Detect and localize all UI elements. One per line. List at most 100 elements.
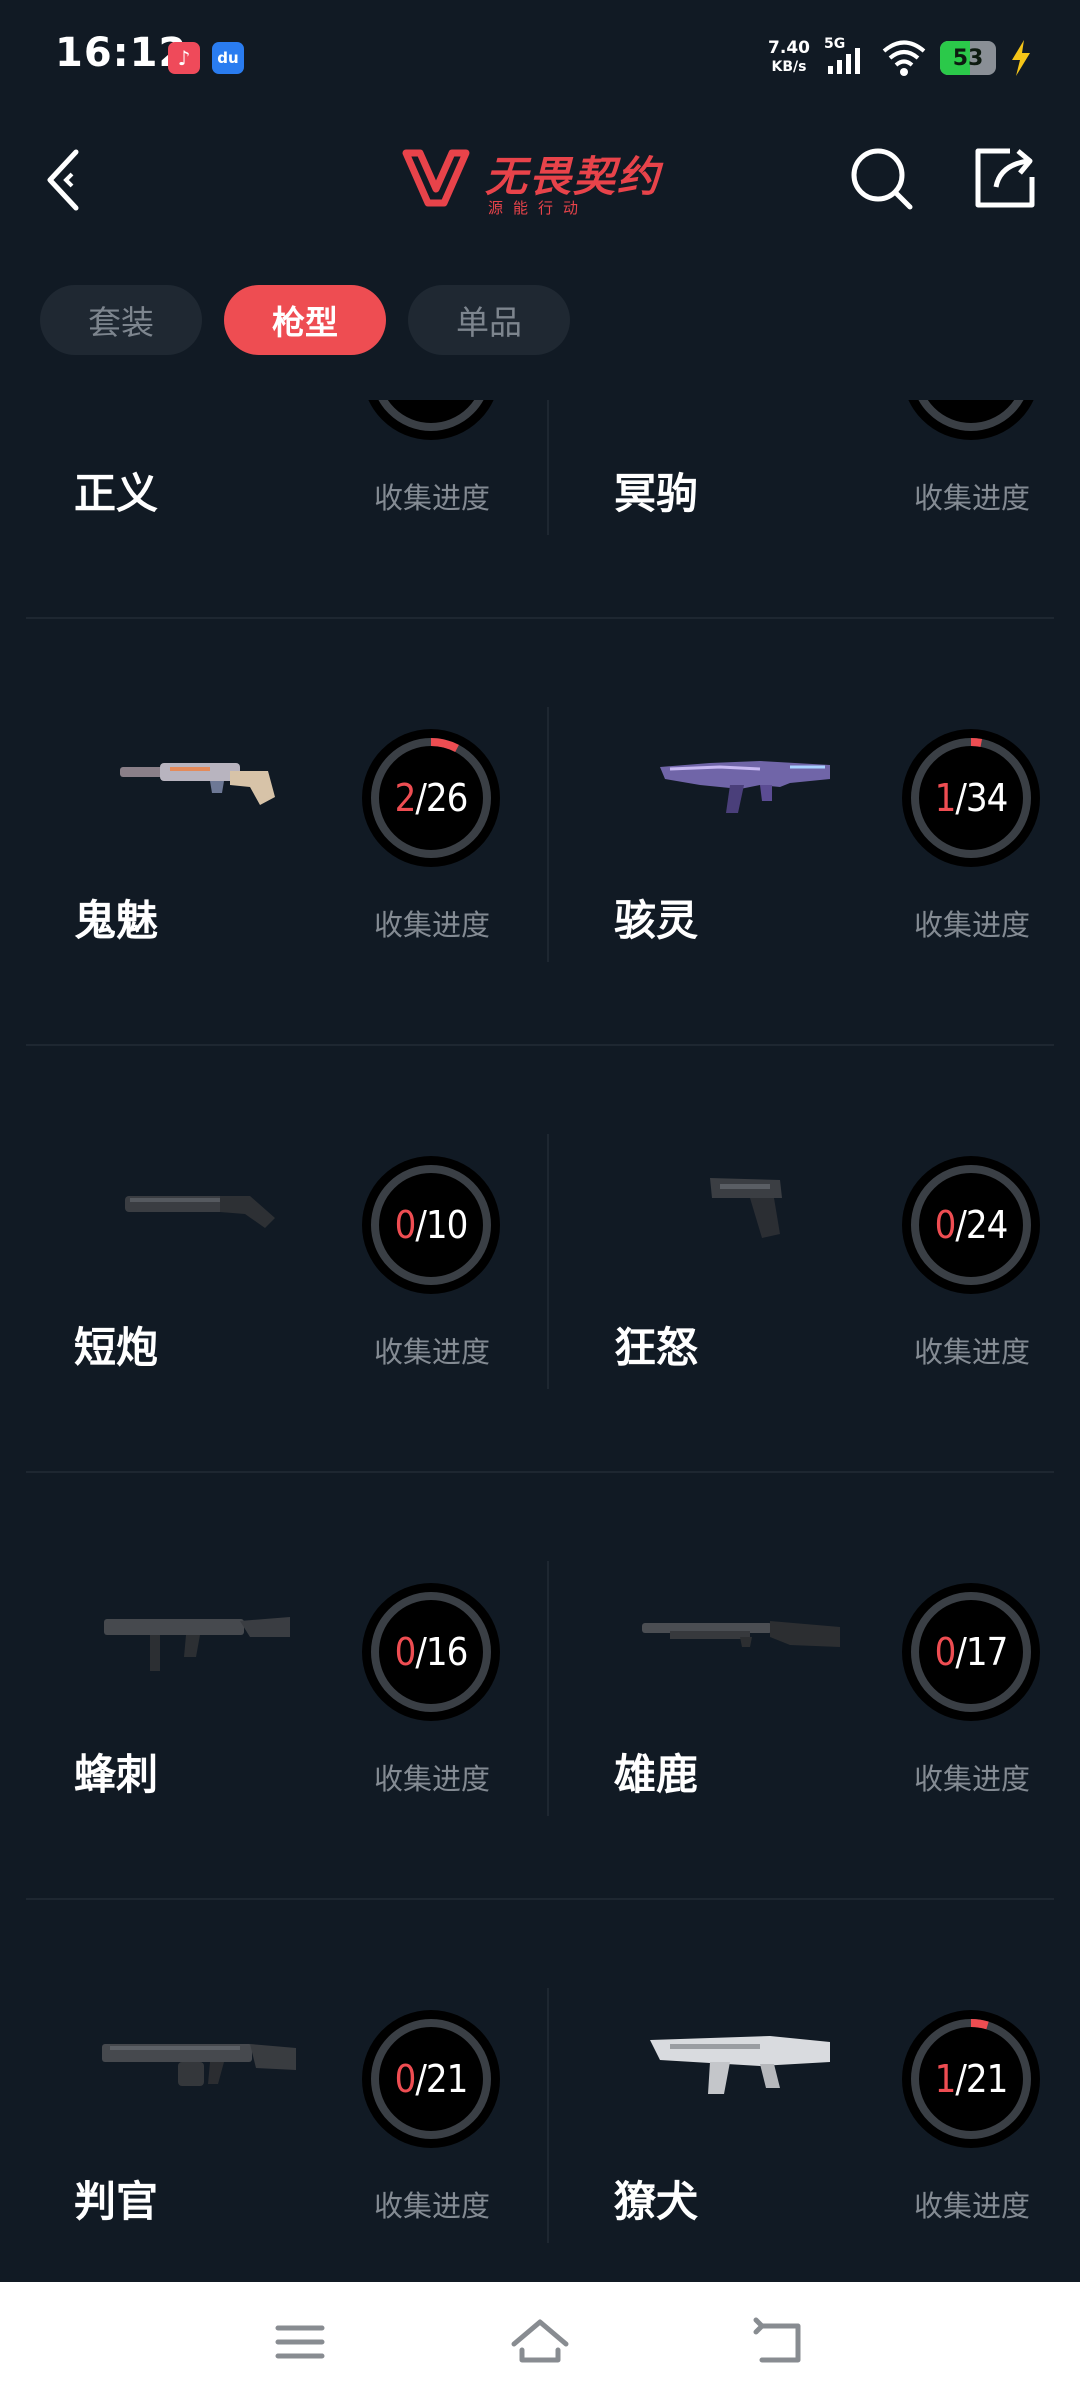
frenzy-pistol-image [710, 1178, 782, 1238]
tab-weapon-type[interactable]: 枪型 [224, 285, 386, 355]
owned-count: 1 [934, 776, 957, 820]
owned-count: 0 [934, 1203, 957, 1247]
valorant-logo-icon [402, 149, 470, 207]
search-icon[interactable] [848, 145, 916, 213]
progress-ring: 1/34 [902, 729, 1040, 867]
total-count: /17 [955, 1630, 1008, 1674]
progress-count: 0/24 [902, 1156, 1040, 1294]
collect-progress-label: 收集进度 [374, 481, 491, 515]
weapon-name: 獠犬 [614, 2177, 699, 2226]
weapon-card[interactable]: 鬼魅 收集进度 2/26 [0, 617, 540, 1044]
tab-single-items[interactable]: 单品 [408, 285, 570, 355]
bulldog-rifle-image [650, 2036, 830, 2094]
progress-ring [908, 400, 1034, 440]
weapon-grid: 正义 收集进度 冥驹 收集进度 鬼魅 收集进度 2 /26 骇灵 收集进度 1 … [0, 400, 1080, 2282]
weapon-card[interactable]: 雄鹿 收集进度 0/17 [540, 1471, 1080, 1898]
collect-progress-label: 收集进度 [374, 1335, 491, 1369]
weapon-name: 短炮 [74, 1323, 159, 1372]
home-icon[interactable] [508, 2310, 572, 2374]
weapon-name: 蜂刺 [74, 1750, 159, 1799]
weapon-card[interactable]: 蜂刺 收集进度 0/16 [0, 1471, 540, 1898]
bucky-shotgun-image [642, 1621, 840, 1647]
battery-indicator: 53 [940, 41, 996, 75]
progress-ring: 0/10 [362, 1156, 500, 1294]
progress-ring: 0/16 [362, 1583, 500, 1721]
weapon-card[interactable]: 骇灵 收集进度 1/34 [540, 617, 1080, 1044]
app-logo: 无畏契约 源能行动 [400, 137, 690, 227]
share-icon[interactable] [970, 143, 1040, 213]
total-count: /34 [955, 776, 1008, 820]
progress-count: 1/34 [902, 729, 1040, 867]
back-icon[interactable] [38, 140, 98, 220]
weapon-row: 短炮 收集进度 0/10 狂怒 收集进度 0/24 [0, 1044, 1080, 1471]
weapon-card[interactable]: 狂怒 收集进度 0/24 [540, 1044, 1080, 1471]
charging-icon [1012, 40, 1030, 76]
progress-count: 1/21 [902, 2010, 1040, 2148]
weapon-card[interactable]: 冥驹 收集进度 [540, 400, 1080, 617]
progress-ring [368, 400, 494, 440]
spectre-smg-image [660, 761, 830, 813]
total-count: /24 [955, 1203, 1008, 1247]
weapon-row: 判官 收集进度 0/21 獠犬 收集进度 1/21 [0, 1898, 1080, 2282]
weapon-name: 正义 [74, 469, 159, 518]
ghost-pistol-image [120, 763, 275, 805]
judge-shotgun-image [102, 2044, 296, 2086]
collect-progress-label: 收集进度 [914, 2189, 1031, 2223]
weapon-name: 判官 [74, 2177, 159, 2226]
collect-progress-label: 收集进度 [914, 908, 1031, 942]
collect-progress-label: 收集进度 [374, 1762, 491, 1796]
weapon-name: 冥驹 [614, 469, 699, 518]
signal-icon: 5G [824, 36, 868, 78]
weapon-card[interactable]: 短炮 收集进度 0/10 [0, 1044, 540, 1471]
network-speed: 7.40 KB/s [768, 39, 810, 77]
owned-count: 0 [934, 1630, 957, 1674]
progress-ring: 2/26 [362, 729, 500, 867]
weapon-card[interactable]: 判官 收集进度 0/21 [0, 1898, 540, 2282]
collect-progress-label: 收集进度 [914, 1335, 1031, 1369]
status-indicators: 7.40 KB/s 5G 53 [768, 36, 1032, 80]
progress-ring: 0/24 [902, 1156, 1040, 1294]
wifi-icon [882, 40, 926, 76]
collect-progress-label: 收集进度 [374, 908, 491, 942]
weapon-card[interactable]: 正义 收集进度 [0, 400, 540, 617]
baidu-app-icon: du [212, 42, 244, 74]
system-nav-bar [0, 2282, 1080, 2400]
weapon-row: 鬼魅 收集进度 2/26 骇灵 收集进度 1/34 [0, 617, 1080, 1044]
progress-count: 0/17 [902, 1583, 1040, 1721]
tab-outfits[interactable]: 套装 [40, 285, 202, 355]
stinger-smg-image [104, 1617, 290, 1671]
collect-progress-label: 收集进度 [374, 2189, 491, 2223]
progress-count: 2/26 [362, 729, 500, 867]
collect-progress-label: 收集进度 [914, 1762, 1031, 1796]
menu-icon[interactable] [268, 2310, 332, 2374]
progress-ring: 0/17 [902, 1583, 1040, 1721]
collect-progress-label: 收集进度 [914, 481, 1031, 515]
total-count: /21 [955, 2057, 1008, 2101]
weapon-name: 狂怒 [614, 1323, 699, 1372]
weapon-name: 鬼魅 [74, 896, 159, 945]
weapon-card[interactable]: 獠犬 收集进度 1/21 [540, 1898, 1080, 2282]
total-count: /16 [415, 1630, 468, 1674]
owned-count: 0 [394, 2057, 417, 2101]
logo-title: 无畏契约 [485, 152, 662, 201]
total-count: /21 [415, 2057, 468, 2101]
shorty-shotgun-image [125, 1196, 275, 1228]
weapon-name: 骇灵 [614, 896, 699, 945]
progress-count: 0/16 [362, 1583, 500, 1721]
weapon-row: 蜂刺 收集进度 0/16 雄鹿 收集进度 0/17 [0, 1471, 1080, 1898]
status-bar: 16:12 ♪ du 7.40 KB/s 5G 53 [0, 0, 1080, 115]
owned-count: 0 [394, 1630, 417, 1674]
back-nav-icon[interactable] [748, 2310, 812, 2374]
progress-count: 0/10 [362, 1156, 500, 1294]
network-speed-unit: KB/s [771, 59, 807, 75]
logo-subtitle: 源能行动 [488, 199, 589, 217]
network-speed-value: 7.40 [768, 38, 810, 58]
progress-ring: 0/21 [362, 2010, 500, 2148]
weapon-row: 正义 收集进度 冥驹 收集进度 [0, 400, 1080, 617]
weapon-name: 雄鹿 [614, 1750, 699, 1799]
progress-count: 0/21 [362, 2010, 500, 2148]
music-app-icon: ♪ [168, 42, 200, 74]
category-tabs: 套装 枪型 单品 [40, 285, 570, 355]
owned-count: 2 [394, 776, 417, 820]
total-count: /10 [415, 1203, 468, 1247]
